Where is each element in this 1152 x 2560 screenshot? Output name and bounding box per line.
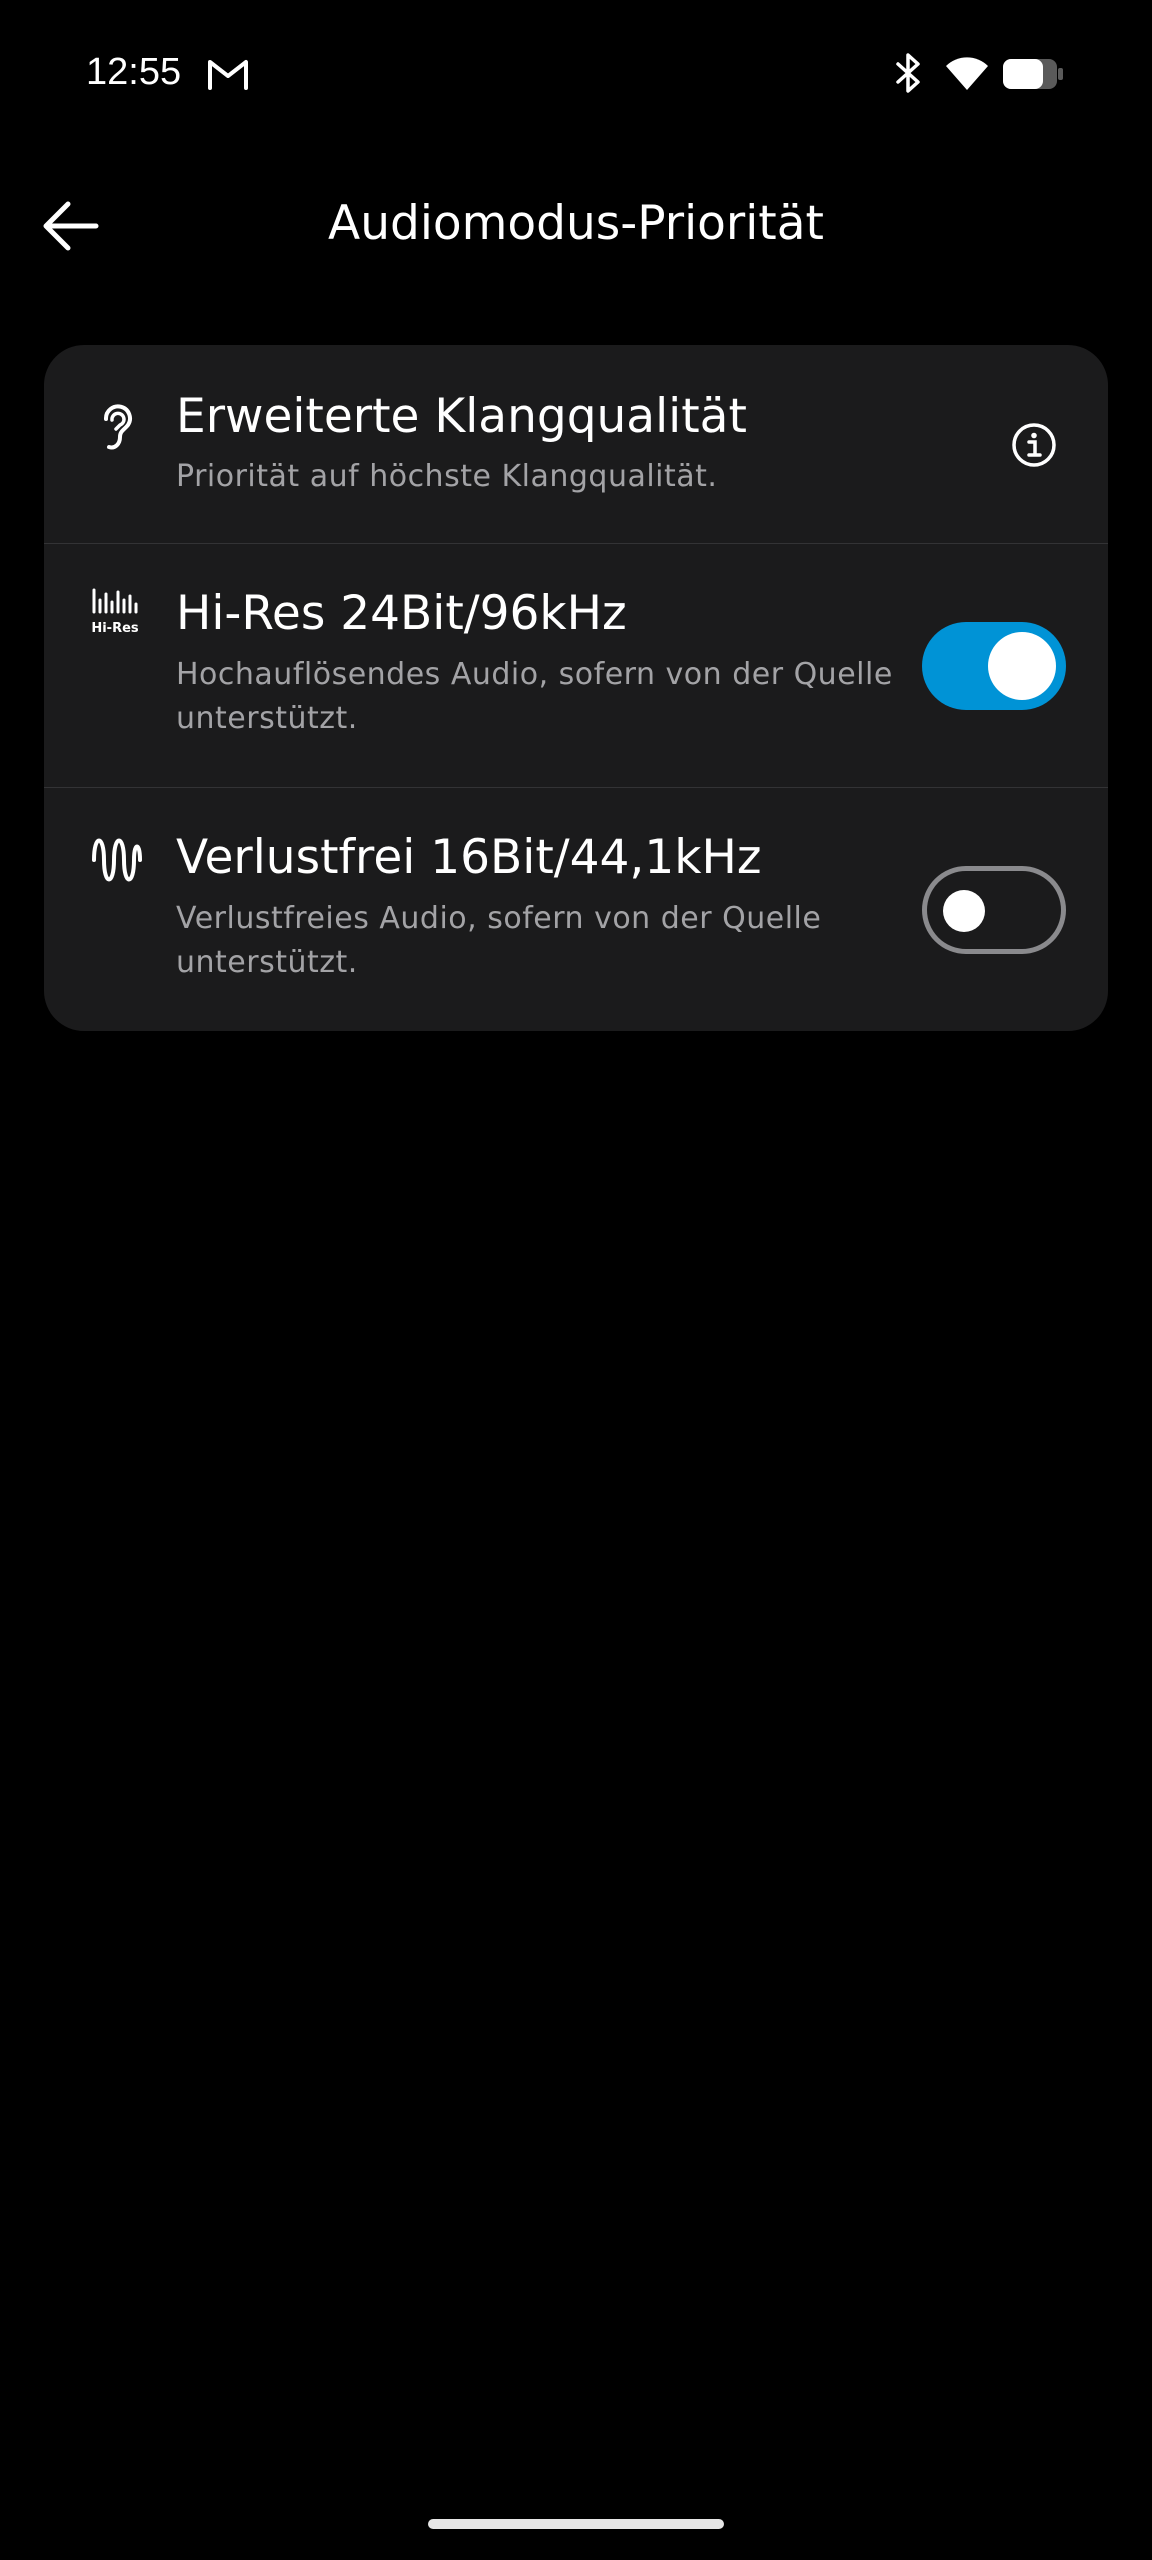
toggle-knob (943, 890, 985, 932)
battery-icon (1003, 59, 1063, 89)
lossless-wave-icon (92, 838, 142, 882)
wifi-icon (946, 57, 988, 90)
home-indicator[interactable] (428, 2519, 724, 2529)
option-description: Priorität auf höchste Klangqualität. (176, 459, 718, 494)
lossless-toggle[interactable] (922, 866, 1066, 954)
info-icon[interactable] (1010, 421, 1058, 469)
option-hi-res: Hi-Res Hi-Res 24Bit/96kHz Hochauflösende… (44, 544, 1108, 787)
app-header: Audiomodus-Priorität (0, 150, 1152, 300)
gmail-icon (208, 60, 248, 90)
bluetooth-icon (896, 53, 920, 93)
option-title: Hi-Res 24Bit/96kHz (176, 586, 627, 641)
ear-icon (104, 404, 132, 450)
audio-mode-card: Erweiterte Klangqualität Priorität auf h… (44, 345, 1108, 1031)
option-title: Erweiterte Klangqualität (176, 389, 747, 444)
toggle-knob (988, 632, 1056, 700)
option-description: Hochauflösendes Audio, sofern von der Qu… (176, 657, 893, 736)
status-time: 12:55 (86, 51, 182, 93)
option-description: Verlustfreies Audio, sofern von der Quel… (176, 901, 822, 980)
hi-res-icon-label: Hi-Res (91, 621, 139, 636)
status-bar: 12:55 (0, 0, 1152, 150)
option-enhanced-quality: Erweiterte Klangqualität Priorität auf h… (44, 345, 1108, 543)
hi-res-toggle[interactable] (922, 622, 1066, 710)
hi-res-icon: Hi-Res (91, 588, 139, 636)
option-lossless: Verlustfrei 16Bit/44,1kHz Verlustfreies … (44, 788, 1108, 1031)
option-title: Verlustfrei 16Bit/44,1kHz (176, 830, 762, 885)
page-title: Audiomodus-Priorität (328, 196, 824, 251)
